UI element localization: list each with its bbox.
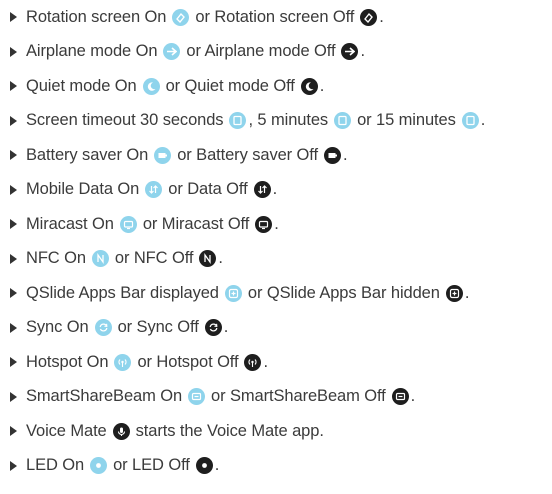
smartsharebeam-off-icon xyxy=(391,388,409,405)
bullet-triangle-icon xyxy=(10,12,17,22)
airplane-on-icon xyxy=(163,43,181,60)
bullet-triangle-icon xyxy=(10,46,17,57)
list-item: Rotation screen On or Rotation screen Off… xyxy=(10,5,384,29)
item-text: . xyxy=(410,387,416,405)
list-item: SmartShareBeam On or SmartShareBeam Off. xyxy=(10,385,415,409)
list-item: LED On or LED Off. xyxy=(10,454,219,478)
sync-off-icon xyxy=(204,319,222,336)
list-item: Battery saver On or Battery saver Off. xyxy=(10,143,348,167)
battery-saver-off-icon xyxy=(323,146,341,164)
item-text: . xyxy=(218,249,223,267)
item-text: LED On xyxy=(26,456,85,474)
item-text: or Battery saver Off xyxy=(177,145,318,164)
item-text: Screen timeout 30 seconds xyxy=(26,111,224,129)
item-text: Airplane mode On xyxy=(26,42,158,60)
item-text: . xyxy=(214,456,220,474)
bullet-triangle-icon xyxy=(10,253,17,264)
item-text: Hotspot On xyxy=(26,352,109,371)
list-item: Miracast On or Miracast Off. xyxy=(10,212,279,236)
nfc-off-icon xyxy=(199,250,217,267)
bullet-triangle-icon xyxy=(10,322,17,333)
item-text: or 15 minutes xyxy=(357,111,456,129)
list-item: Airplane mode On or Airplane mode Off. xyxy=(10,40,365,64)
qslide-displayed-icon xyxy=(224,284,242,302)
item-text: Miracast On xyxy=(26,214,114,233)
miracast-off-icon xyxy=(255,215,273,233)
item-text: QSlide Apps Bar displayed xyxy=(26,283,219,302)
item-text: starts the Voice Mate app. xyxy=(135,421,324,440)
item-text: , 5 minutes xyxy=(248,111,329,129)
rotation-off-icon xyxy=(360,8,378,26)
nfc-on-icon xyxy=(91,250,109,267)
mobile-data-off-icon xyxy=(253,181,271,198)
item-text: or Airplane mode Off xyxy=(186,42,336,60)
voice-mate-icon xyxy=(112,422,130,440)
list-item: Voice Mate starts the Voice Mate app. xyxy=(10,419,324,443)
item-text: or Rotation screen Off xyxy=(195,7,355,26)
item-text: SmartShareBeam On xyxy=(26,387,183,405)
miracast-on-icon xyxy=(119,215,137,233)
hotspot-on-icon xyxy=(114,353,132,371)
item-text: or Data Off xyxy=(168,180,248,198)
bullet-triangle-icon xyxy=(10,219,17,229)
list-item: Screen timeout 30 seconds , 5 minutes or 1… xyxy=(10,109,485,133)
item-text: . xyxy=(464,283,470,302)
led-on-icon xyxy=(90,457,108,474)
item-text: . xyxy=(263,352,268,371)
item-text: or SmartShareBeam Off xyxy=(211,387,386,405)
item-text: or NFC Off xyxy=(114,249,194,267)
item-text: . xyxy=(319,76,325,95)
item-text: Mobile Data On xyxy=(26,180,140,198)
item-text: or Quiet mode Off xyxy=(165,76,295,95)
item-text: Rotation screen On xyxy=(26,7,167,26)
item-text: . xyxy=(379,7,384,26)
list-item: QSlide Apps Bar displayed or QSlide Apps … xyxy=(10,281,469,305)
timeout-5-minutes-icon xyxy=(334,112,352,129)
item-text: Sync On xyxy=(26,318,89,336)
bullet-triangle-icon xyxy=(10,426,17,436)
item-text: . xyxy=(480,111,486,129)
item-text: . xyxy=(272,180,278,198)
item-text: Quiet mode On xyxy=(26,76,137,95)
led-off-icon xyxy=(195,457,213,474)
qslide-hidden-icon xyxy=(445,284,463,302)
quiet-mode-off-icon xyxy=(300,77,318,95)
sync-on-icon xyxy=(94,319,112,336)
bullet-triangle-icon xyxy=(10,81,17,91)
battery-saver-on-icon xyxy=(154,146,172,164)
timeout-30-seconds-icon xyxy=(229,112,247,129)
item-text: . xyxy=(360,42,365,60)
bullet-triangle-icon xyxy=(10,357,17,367)
item-text: Battery saver On xyxy=(26,145,149,164)
item-text: . xyxy=(223,318,229,336)
rotation-on-icon xyxy=(172,8,190,26)
item-text: Voice Mate xyxy=(26,421,107,440)
bullet-triangle-icon xyxy=(10,391,17,402)
list-item: NFC On or NFC Off. xyxy=(10,247,223,271)
list-item: Sync On or Sync Off. xyxy=(10,316,228,340)
item-text: or QSlide Apps Bar hidden xyxy=(247,283,440,302)
smartsharebeam-on-icon xyxy=(188,388,206,405)
item-text: or LED Off xyxy=(113,456,190,474)
item-text: or Miracast Off xyxy=(142,214,250,233)
item-text: or Sync Off xyxy=(117,318,199,336)
mobile-data-on-icon xyxy=(145,181,163,198)
airplane-off-icon xyxy=(341,43,359,60)
item-text: . xyxy=(274,214,279,233)
bullet-triangle-icon xyxy=(10,460,17,471)
hotspot-off-icon xyxy=(244,353,262,371)
quiet-mode-on-icon xyxy=(142,77,160,95)
timeout-15-minutes-icon xyxy=(461,112,479,129)
list-item: Hotspot On or Hotspot Off. xyxy=(10,350,268,374)
bullet-triangle-icon xyxy=(10,115,17,126)
item-text: . xyxy=(342,145,348,164)
bullet-triangle-icon xyxy=(10,184,17,195)
bullet-triangle-icon xyxy=(10,288,17,298)
item-text: or Hotspot Off xyxy=(137,352,239,371)
item-text: NFC On xyxy=(26,249,86,267)
list-item: Quiet mode On or Quiet mode Off. xyxy=(10,74,324,98)
list-item: Mobile Data On or Data Off. xyxy=(10,178,277,202)
bullet-triangle-icon xyxy=(10,150,17,160)
